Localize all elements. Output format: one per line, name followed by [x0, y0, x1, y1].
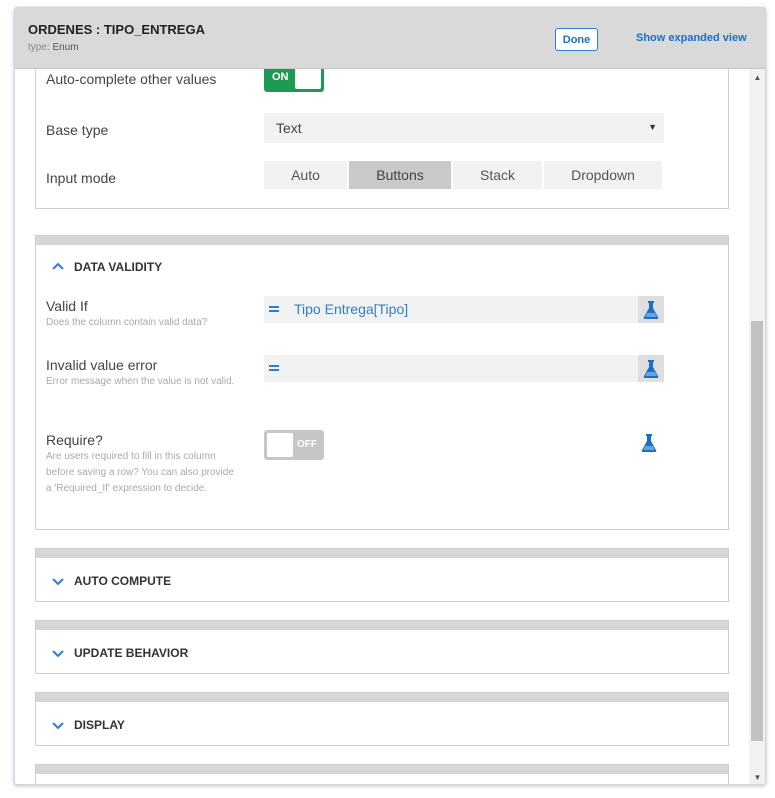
input-mode-label: Input mode [46, 170, 117, 186]
card-top-bar [36, 621, 728, 630]
chevron-up-icon [52, 262, 64, 270]
dropdown-arrow-icon: ▼ [648, 122, 657, 132]
toggle-off-text: OFF [297, 439, 317, 450]
autocomplete-toggle[interactable]: ON [264, 69, 324, 92]
dialog-title: ORDENES : TIPO_ENTREGA [28, 22, 205, 37]
update-behavior-card: UPDATE BEHAVIOR [35, 620, 729, 674]
chevron-down-icon [52, 578, 64, 586]
base-type-select[interactable]: Text ▼ [264, 113, 664, 143]
valid-if-value: Tipo Entrega[Tipo] [294, 301, 409, 317]
data-validity-card: DATA VALIDITY Valid If Does the column c… [35, 235, 729, 530]
toggle-knob [267, 433, 293, 457]
display-title: DISPLAY [74, 718, 125, 732]
card-top-bar [36, 693, 728, 702]
flask-icon [643, 360, 659, 378]
require-help: Are users required to fill in this colum… [46, 451, 234, 494]
card-top-bar [36, 549, 728, 558]
input-mode-auto[interactable]: Auto [264, 161, 347, 189]
update-behavior-header[interactable]: UPDATE BEHAVIOR [50, 645, 188, 661]
dialog-subtitle: type: Enum [28, 42, 79, 53]
expression-equals-icon [269, 365, 279, 371]
data-validity-title: DATA VALIDITY [74, 260, 163, 274]
input-mode-buttons[interactable]: Buttons [349, 161, 451, 189]
valid-if-label: Valid If [46, 298, 88, 314]
subtitle-label: type: [28, 42, 50, 53]
auto-compute-card: AUTO COMPUTE [35, 548, 729, 602]
next-section-card [35, 764, 729, 784]
card-top-bar [36, 236, 728, 245]
done-button[interactable]: Done [555, 28, 598, 51]
scroll-up-arrow-icon[interactable]: ▲ [749, 71, 765, 85]
dialog-content: Auto-complete other values ON Base type … [15, 69, 748, 784]
dialog-header: ORDENES : TIPO_ENTREGA type: Enum Done S… [15, 8, 765, 69]
update-behavior-title: UPDATE BEHAVIOR [74, 646, 189, 660]
input-mode-dropdown[interactable]: Dropdown [544, 161, 662, 189]
type-details-card: Auto-complete other values ON Base type … [35, 69, 729, 209]
scrollbar-thumb[interactable] [751, 321, 763, 741]
require-flask-icon[interactable] [640, 433, 658, 453]
valid-if-expression-field[interactable]: Tipo Entrega[Tipo] [264, 296, 664, 323]
display-header[interactable]: DISPLAY [50, 717, 125, 733]
input-mode-stack[interactable]: Stack [453, 161, 542, 189]
display-card: DISPLAY [35, 692, 729, 746]
invalid-value-error-help: Error message when the value is not vali… [46, 376, 235, 387]
show-expanded-view-link[interactable]: Show expanded view [636, 32, 747, 44]
expression-equals-icon [269, 306, 279, 312]
vertical-scrollbar[interactable]: ▲ ▼ [749, 69, 765, 784]
invalid-value-error-label: Invalid value error [46, 357, 158, 373]
require-toggle[interactable]: OFF [264, 430, 324, 460]
invalid-value-error-field[interactable] [264, 355, 664, 382]
toggle-knob [295, 69, 321, 89]
auto-compute-title: AUTO COMPUTE [74, 574, 172, 588]
valid-if-test-button[interactable] [638, 296, 664, 323]
flask-icon [643, 301, 659, 319]
chevron-down-icon [52, 650, 64, 658]
card-top-bar [36, 765, 728, 774]
base-type-label: Base type [46, 122, 109, 138]
autocomplete-label: Auto-complete other values [46, 71, 217, 87]
valid-if-help: Does the column contain valid data? [46, 317, 208, 328]
toggle-on-text: ON [272, 71, 289, 83]
column-editor-dialog: ORDENES : TIPO_ENTREGA type: Enum Done S… [14, 7, 766, 785]
base-type-value: Text [276, 120, 302, 136]
require-label: Require? [46, 432, 103, 448]
scroll-down-arrow-icon[interactable]: ▼ [749, 771, 765, 784]
data-validity-header[interactable]: DATA VALIDITY [50, 259, 162, 275]
invalid-error-test-button[interactable] [638, 355, 664, 382]
auto-compute-header[interactable]: AUTO COMPUTE [50, 573, 171, 589]
subtitle-value: Enum [52, 42, 79, 53]
chevron-down-icon [52, 722, 64, 730]
